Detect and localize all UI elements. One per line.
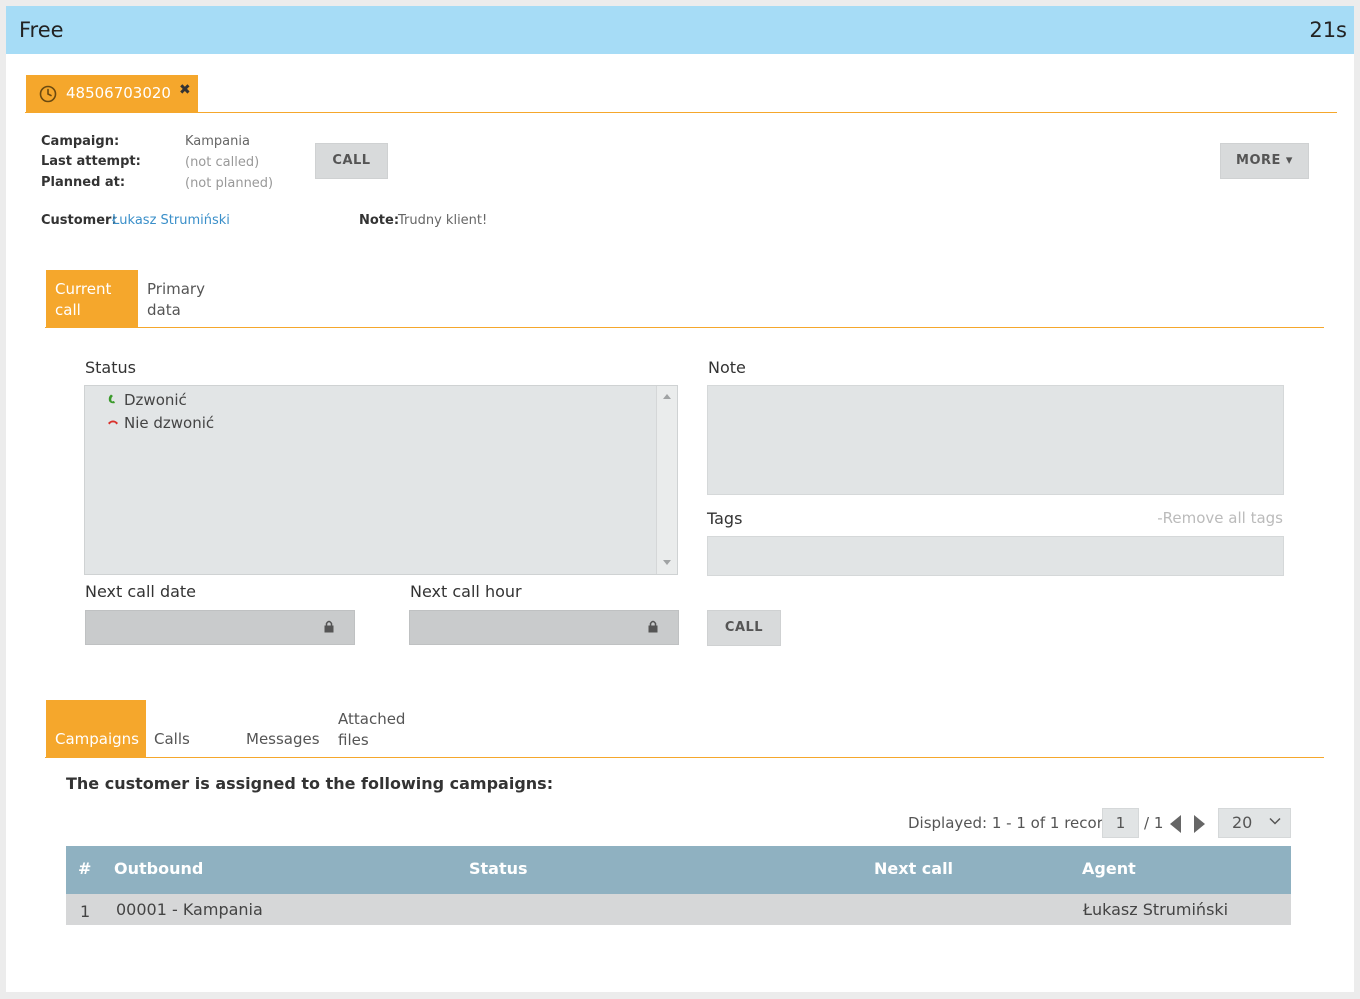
tags-input[interactable]: [707, 536, 1284, 576]
note-textarea[interactable]: [707, 385, 1284, 495]
clock-icon: [39, 85, 57, 103]
status-label: Status: [85, 358, 136, 377]
agent-status-bar: Free 21s: [6, 6, 1354, 54]
tab-attached-line1: Attached: [338, 710, 406, 728]
tags-label: Tags: [707, 509, 743, 528]
tab-messages[interactable]: Messages: [246, 729, 320, 750]
next-call-hour-field[interactable]: [409, 610, 679, 645]
col-status: Status: [469, 859, 528, 878]
call-button[interactable]: CALL: [315, 143, 388, 179]
row-outbound: 00001 - Kampania: [116, 900, 263, 919]
next-call-hour-label: Next call hour: [410, 582, 522, 601]
remove-all-tags-link[interactable]: -Remove all tags: [1157, 509, 1283, 527]
col-outbound: Outbound: [114, 859, 204, 878]
bottom-tabs-divider: [45, 757, 1324, 758]
col-num: #: [78, 859, 92, 878]
row-num: 1: [80, 902, 91, 921]
tab-attached-files[interactable]: Attached files: [338, 709, 405, 751]
next-call-date-field[interactable]: [85, 610, 355, 645]
tab-current-call[interactable]: Current call: [46, 270, 138, 327]
prev-page-icon[interactable]: [1170, 815, 1182, 833]
tab-primary-data-line2: data: [147, 301, 181, 319]
tab-attached-line2: files: [338, 731, 369, 749]
status-option-text: Dzwonić: [124, 391, 187, 409]
note-value: Trudny klient!: [398, 213, 488, 228]
campaign-label: Campaign:: [41, 134, 120, 149]
state-timer: 21s: [1309, 18, 1347, 42]
table-row[interactable]: 1 00001 - Kampania Łukasz Strumiński: [66, 894, 1291, 925]
status-listbox[interactable]: Dzwonić Nie dzwonić: [84, 385, 678, 575]
row-agent: Łukasz Strumiński: [1083, 900, 1229, 919]
customer-label: Customer:: [41, 213, 117, 228]
planned-value: (not planned): [185, 176, 274, 191]
scroll-up-icon[interactable]: [663, 394, 671, 399]
status-option-nie-dzwonic[interactable]: Nie dzwonić: [107, 414, 214, 432]
tab-primary-data[interactable]: Primary data: [138, 270, 228, 327]
campaign-value: Kampania: [185, 134, 250, 149]
scroll-down-icon[interactable]: [663, 560, 671, 565]
per-page-select[interactable]: 20: [1218, 808, 1291, 838]
campaigns-heading: The customer is assigned to the followin…: [66, 774, 554, 793]
planned-label: Planned at:: [41, 175, 126, 190]
tab-primary-data-line1: Primary: [147, 280, 205, 298]
status-option-text: Nie dzwonić: [124, 414, 215, 432]
app-frame: Free 21s 48506703020 ✖ Campaign: Kampani…: [6, 6, 1354, 992]
tab-current-call-line1: Current: [55, 280, 112, 298]
page-input[interactable]: 1: [1102, 808, 1139, 838]
more-button[interactable]: MORE ▾: [1220, 143, 1309, 179]
lock-icon: [324, 620, 334, 633]
status-scrollbar[interactable]: [656, 386, 677, 574]
note-label: Note:: [359, 213, 400, 228]
call-tab-number: 48506703020: [66, 84, 171, 102]
per-page-value: 20: [1232, 813, 1253, 832]
next-call-date-label: Next call date: [85, 582, 197, 601]
hangup-icon: [107, 416, 121, 431]
agent-state: Free: [19, 18, 64, 42]
page-total: / 1: [1144, 814, 1164, 832]
form-tabs-divider: [45, 327, 1324, 328]
last-attempt-label: Last attempt:: [41, 154, 141, 169]
save-call-button[interactable]: CALL: [707, 610, 781, 646]
tab-divider: [25, 112, 1337, 113]
tab-campaigns[interactable]: Campaigns: [46, 700, 146, 757]
note-field-label: Note: [708, 358, 746, 377]
last-attempt-value: (not called): [185, 155, 260, 170]
chevron-down-icon: [1269, 817, 1281, 825]
close-icon[interactable]: ✖: [179, 82, 191, 98]
next-page-icon[interactable]: [1193, 815, 1205, 833]
tab-current-call-line2: call: [55, 301, 81, 319]
customer-link[interactable]: Łukasz Strumiński: [112, 213, 230, 228]
phone-icon: [107, 393, 121, 408]
status-option-dzwonic[interactable]: Dzwonić: [107, 391, 187, 409]
records-count: Displayed: 1 - 1 of 1 records: [908, 814, 1120, 832]
call-tab[interactable]: 48506703020 ✖: [26, 75, 198, 112]
col-next-call: Next call: [874, 859, 954, 878]
table-header: # Outbound Status Next call Agent: [66, 846, 1291, 894]
col-agent: Agent: [1082, 859, 1136, 878]
tab-calls[interactable]: Calls: [154, 729, 190, 750]
lock-icon: [648, 620, 658, 633]
